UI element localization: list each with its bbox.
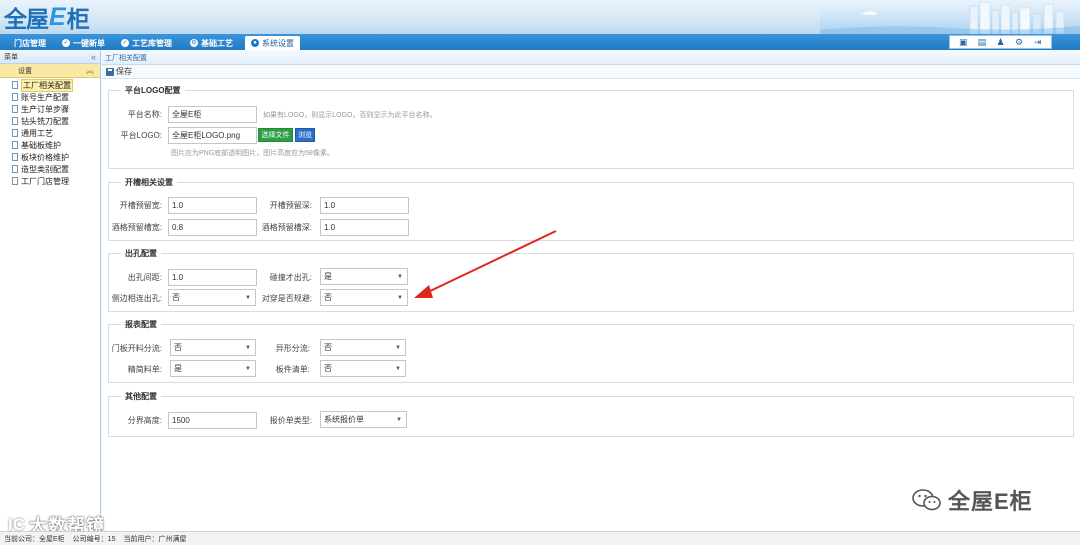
annotation-arrow — [414, 230, 557, 298]
watermark-text: 全屋E柜 — [948, 489, 1033, 514]
status-bar: 当前公司：全屋E柜 公司编号：15 当前用户：广州满屋 — [0, 531, 1080, 545]
status-user: 当前用户：广州满屋 — [123, 535, 187, 543]
status-company: 当前公司：全屋E柜 — [4, 535, 65, 543]
status-company-no: 公司编号：15 — [72, 535, 116, 543]
wechat-icon — [912, 489, 941, 511]
wechat-watermark: 全屋E柜 — [912, 484, 1033, 516]
